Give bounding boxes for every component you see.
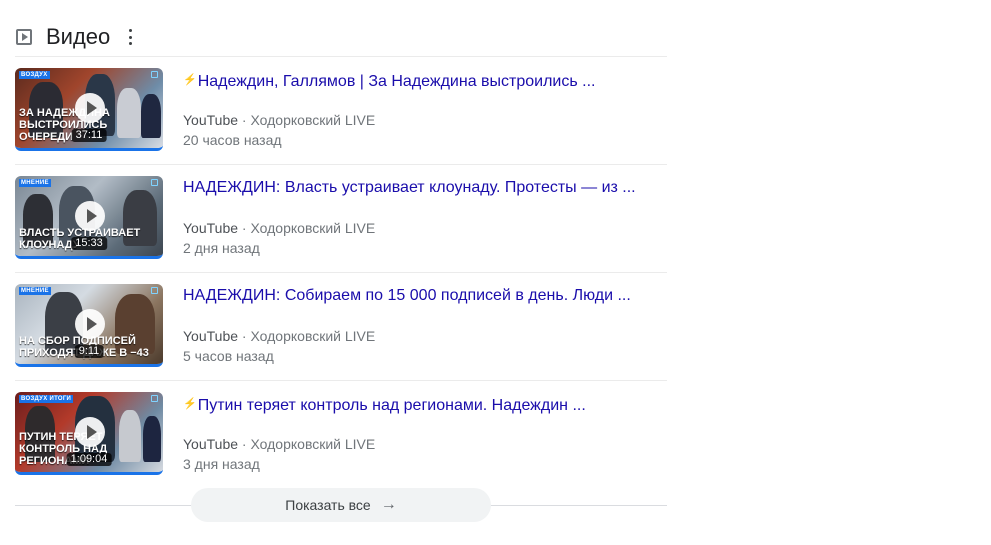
video-channel: Ходорковский LIVE xyxy=(250,436,376,452)
video-channel: Ходорковский LIVE xyxy=(250,328,376,344)
video-title: Путин теряет контроль над регионами. Над… xyxy=(197,397,586,414)
video-duration: 15:33 xyxy=(71,237,107,250)
video-thumbnail[interactable]: МНЕНИЕ ВЛАСТЬ УСТРАИВАЕТ КЛОУНАДУ 15:33 xyxy=(15,176,163,259)
thumbnail-tag: МНЕНИЕ xyxy=(19,179,51,187)
lightning-icon: ⚡ xyxy=(183,398,197,410)
video-channel: Ходорковский LIVE xyxy=(250,220,376,236)
video-title-link[interactable]: НАДЕЖДИН: Власть устраивает клоунаду. Пр… xyxy=(183,178,653,198)
video-meta: YouTube · Ходорковский LIVE xyxy=(183,328,376,344)
video-title-link[interactable]: ⚡Путин теряет контроль над регионами. На… xyxy=(183,394,653,416)
video-thumbnail[interactable]: ВОЗДУХ ЗА НАДЕЖДИНА ВЫСТРОИЛИСЬ ОЧЕРЕДИ … xyxy=(15,68,163,151)
section-title: Видео xyxy=(46,24,111,49)
show-all-button[interactable]: Показать все → xyxy=(191,488,491,522)
video-time: 2 дня назад xyxy=(183,240,260,256)
video-meta: YouTube · Ходорковский LIVE xyxy=(183,436,376,452)
corner-logo-icon xyxy=(151,287,158,294)
play-icon[interactable] xyxy=(75,417,105,447)
show-all-label: Показать все xyxy=(285,497,371,513)
video-thumbnail[interactable]: МНЕНИЕ НА СБОР ПОДПИСЕЙ ПРИХОДЯТ ДАЖЕ В … xyxy=(15,284,163,367)
video-results-section: Видео ВОЗДУХ ЗА НАДЕЖДИНА ВЫСТРОИЛИСЬ ОЧ… xyxy=(15,0,667,545)
corner-logo-icon xyxy=(151,179,158,186)
video-meta: YouTube · Ходорковский LIVE xyxy=(183,220,376,236)
video-result[interactable]: ВОЗДУХ ЗА НАДЕЖДИНА ВЫСТРОИЛИСЬ ОЧЕРЕДИ … xyxy=(15,57,667,165)
thumbnail-tag: ВОЗДУХ xyxy=(19,71,50,79)
video-time: 20 часов назад xyxy=(183,132,282,148)
video-time: 5 часов назад xyxy=(183,348,274,364)
play-icon[interactable] xyxy=(75,93,105,123)
arrow-right-icon: → xyxy=(380,496,397,513)
video-result[interactable]: МНЕНИЕ ВЛАСТЬ УСТРАИВАЕТ КЛОУНАДУ 15:33 … xyxy=(15,165,667,273)
video-result[interactable]: ВОЗДУХ ИТОГИ ПУТИН ТЕРЯЕТ КОНТРОЛЬ НАД Р… xyxy=(15,381,667,489)
video-title: НАДЕЖДИН: Власть устраивает клоунаду. Пр… xyxy=(183,179,636,196)
thumbnail-tag: МНЕНИЕ xyxy=(19,287,51,295)
video-thumbnail[interactable]: ВОЗДУХ ИТОГИ ПУТИН ТЕРЯЕТ КОНТРОЛЬ НАД Р… xyxy=(15,392,163,475)
play-icon[interactable] xyxy=(75,309,105,339)
video-duration: 9:11 xyxy=(74,345,104,358)
video-title-link[interactable]: НАДЕЖДИН: Собираем по 15 000 подписей в … xyxy=(183,286,653,306)
video-source: YouTube xyxy=(183,328,239,344)
video-channel: Ходорковский LIVE xyxy=(250,112,376,128)
video-time: 3 дня назад xyxy=(183,456,260,472)
video-duration: 37:11 xyxy=(71,129,107,142)
more-vert-icon[interactable] xyxy=(128,29,132,45)
video-title-link[interactable]: ⚡Надеждин, Галлямов | За Надеждина выстр… xyxy=(183,70,653,92)
corner-logo-icon xyxy=(151,71,158,78)
video-result[interactable]: МНЕНИЕ НА СБОР ПОДПИСЕЙ ПРИХОДЯТ ДАЖЕ В … xyxy=(15,273,667,381)
video-meta: YouTube · Ходорковский LIVE xyxy=(183,112,376,128)
show-all-bar: Показать все → xyxy=(15,488,667,522)
video-duration: 1:09:04 xyxy=(66,453,112,466)
section-header: Видео xyxy=(15,25,667,49)
corner-logo-icon xyxy=(151,395,158,402)
video-source: YouTube xyxy=(183,436,239,452)
play-box-icon xyxy=(16,29,32,45)
video-title: Надеждин, Галлямов | За Надеждина выстро… xyxy=(197,73,596,90)
play-icon[interactable] xyxy=(75,201,105,231)
video-source: YouTube xyxy=(183,220,239,236)
video-source: YouTube xyxy=(183,112,239,128)
thumbnail-tag: ВОЗДУХ ИТОГИ xyxy=(19,395,74,403)
video-title: НАДЕЖДИН: Собираем по 15 000 подписей в … xyxy=(183,287,631,304)
lightning-icon: ⚡ xyxy=(183,74,197,86)
